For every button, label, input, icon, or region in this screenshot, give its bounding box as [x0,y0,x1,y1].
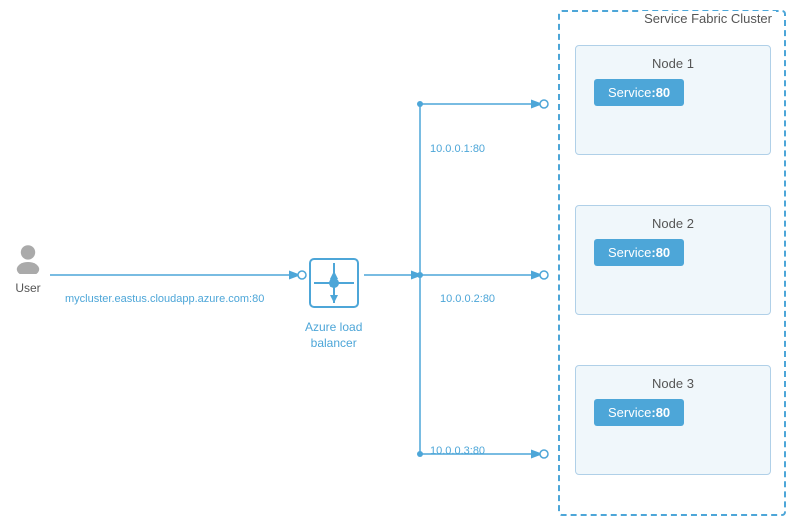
cluster-title: Service Fabric Cluster [640,11,776,26]
node-2-title: Node 2 [576,216,770,231]
node-box-2: Node 2 Service:80 [575,205,771,315]
lb-label: Azure loadbalancer [305,320,362,351]
junction-node3 [417,451,423,457]
ip-user-label: mycluster.eastus.cloudapp.azure.com:80 [65,293,264,305]
service-btn-2: Service:80 [594,239,684,266]
service-label-2: Service [608,245,651,260]
lb-text: Azure loadbalancer [305,320,362,350]
service-label-1: Service [608,85,651,100]
ip-node1-label: 10.0.0.1:80 [430,143,485,155]
user-label: User [12,281,44,295]
ip-node3-label: 10.0.0.3:80 [430,445,485,457]
user-svg [12,242,44,274]
connector-node2 [540,271,548,279]
diagram-container: Service Fabric Cluster Node 1 Service:80… [0,0,799,529]
service-btn-1: Service:80 [594,79,684,106]
lb-icon: Azure loadbalancer [305,255,362,351]
service-label-3: Service [608,405,651,420]
node-box-1: Node 1 Service:80 [575,45,771,155]
node-3-title: Node 3 [576,376,770,391]
connector-node1 [540,100,548,108]
ip-node2-label: 10.0.0.2:80 [440,293,495,305]
service-btn-3: Service:80 [594,399,684,426]
lb-svg [306,255,362,311]
service-port-2: :80 [651,245,670,260]
junction-node2 [417,272,423,278]
node-1-title: Node 1 [576,56,770,71]
service-port-3: :80 [651,405,670,420]
service-port-1: :80 [651,85,670,100]
connector-node3 [540,450,548,458]
node-box-3: Node 3 Service:80 [575,365,771,475]
junction-node1 [417,101,423,107]
user-icon: User [12,242,44,295]
